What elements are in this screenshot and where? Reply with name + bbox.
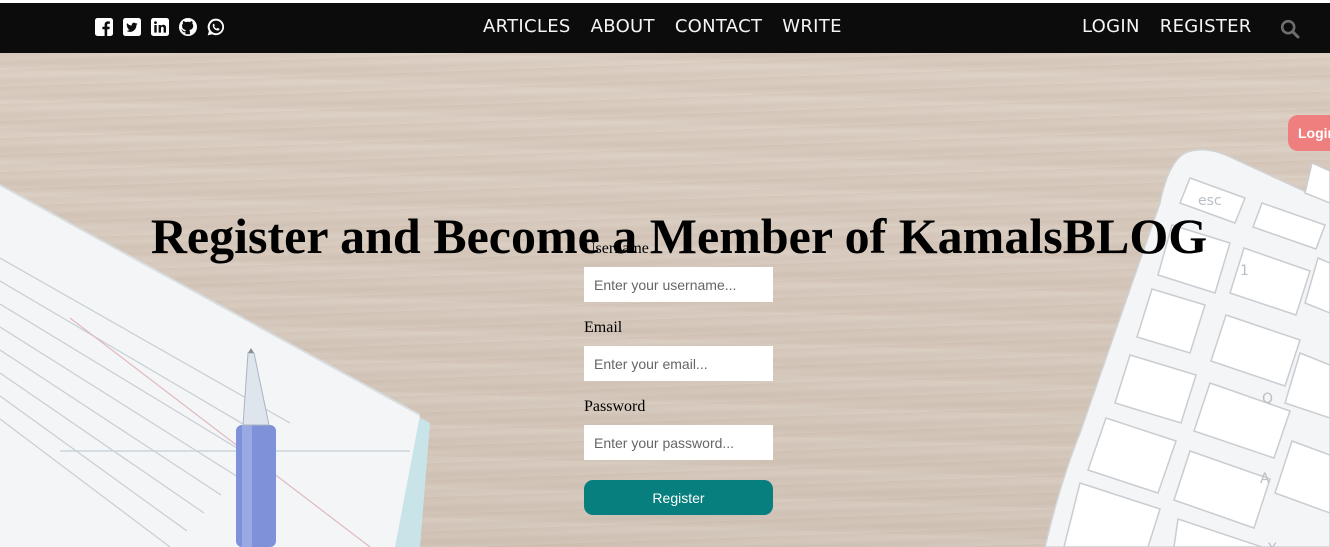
register-button[interactable]: Register [584, 480, 773, 515]
svg-text:Y: Y [1267, 541, 1277, 547]
nav-login[interactable]: LOGIN [1082, 16, 1140, 38]
main-nav: ARTICLES ABOUT CONTACT WRITE [483, 16, 842, 38]
svg-text:A: A [1260, 471, 1270, 487]
email-label: Email [584, 319, 623, 336]
username-input[interactable] [584, 267, 773, 302]
nav-register[interactable]: REGISTER [1160, 16, 1252, 38]
password-label: Password [584, 398, 646, 415]
floating-login-tab[interactable]: Login [1288, 115, 1330, 151]
nav-articles[interactable]: ARTICLES [483, 16, 571, 38]
password-input[interactable] [584, 425, 773, 460]
svg-text:Q: Q [1262, 391, 1273, 407]
whatsapp-icon[interactable] [206, 17, 226, 37]
linkedin-icon[interactable] [150, 17, 170, 37]
twitter-icon[interactable] [122, 17, 142, 37]
username-label: Username [584, 240, 649, 257]
auth-nav: LOGIN REGISTER [1082, 16, 1252, 38]
svg-text:esc: esc [1198, 193, 1222, 209]
top-navbar: ARTICLES ABOUT CONTACT WRITE LOGIN REGIS… [0, 3, 1330, 53]
search-icon[interactable] [1280, 19, 1300, 39]
social-links [94, 17, 226, 37]
github-icon[interactable] [178, 17, 198, 37]
register-form: Username Email Password Register [584, 240, 773, 515]
svg-text:1: 1 [1240, 263, 1249, 279]
facebook-icon[interactable] [94, 17, 114, 37]
nav-about[interactable]: ABOUT [591, 16, 655, 38]
nav-contact[interactable]: CONTACT [675, 16, 762, 38]
nav-write[interactable]: WRITE [782, 16, 841, 38]
email-input[interactable] [584, 346, 773, 381]
